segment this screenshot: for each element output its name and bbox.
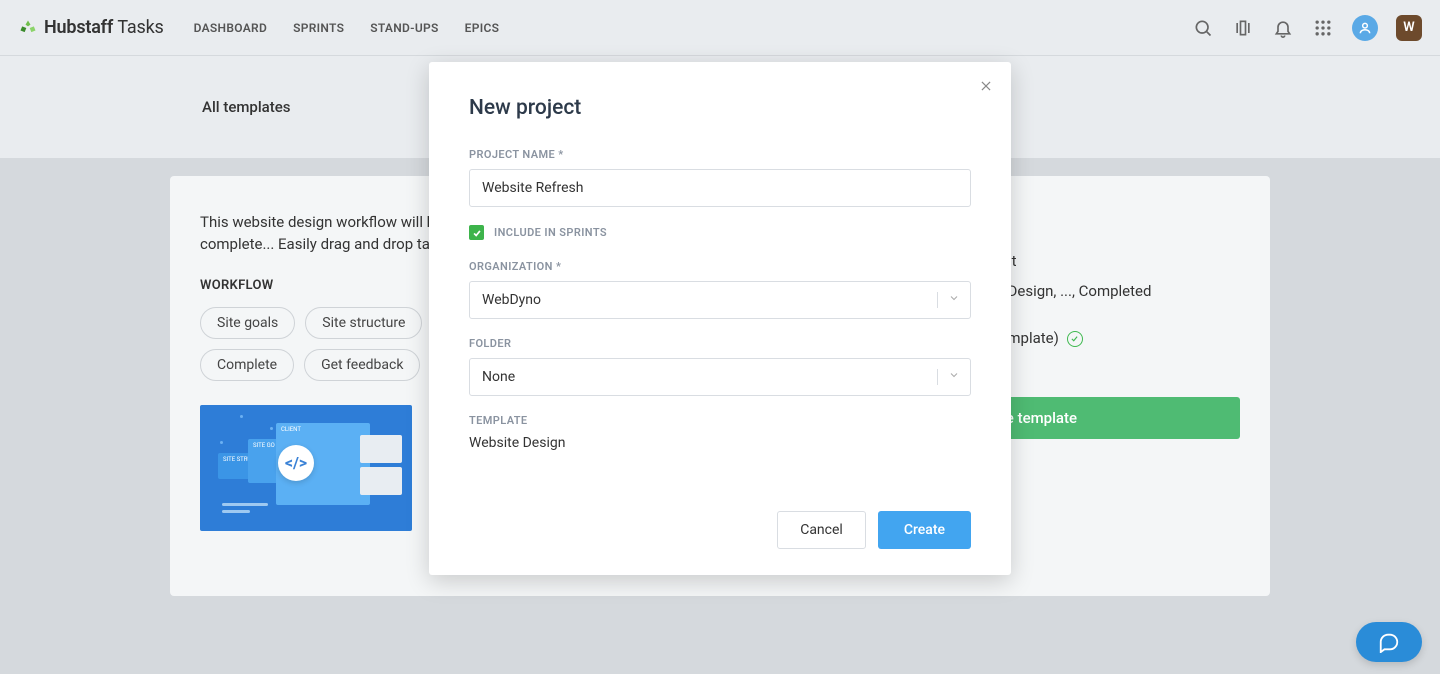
organization-select[interactable]: WebDyno — [469, 281, 971, 319]
folder-select[interactable]: None — [469, 358, 971, 396]
chevron-down-icon — [948, 369, 960, 385]
template-value: Website Design — [469, 435, 971, 451]
new-project-modal: New project PROJECT NAME * INCLUDE IN SP… — [429, 62, 1011, 575]
project-name-input[interactable] — [469, 169, 971, 207]
cancel-button[interactable]: Cancel — [777, 511, 866, 549]
modal-actions: Cancel Create — [469, 511, 971, 549]
help-chat-button[interactable] — [1356, 622, 1422, 662]
folder-label: FOLDER — [469, 337, 971, 350]
include-sprints-row[interactable]: INCLUDE IN SPRINTS — [469, 225, 971, 240]
include-sprints-checkbox[interactable] — [469, 225, 484, 240]
project-name-label: PROJECT NAME * — [469, 148, 971, 161]
create-button[interactable]: Create — [878, 511, 971, 549]
chevron-down-icon — [948, 292, 960, 308]
close-icon[interactable] — [979, 78, 993, 97]
modal-overlay: New project PROJECT NAME * INCLUDE IN SP… — [0, 0, 1440, 674]
template-label: TEMPLATE — [469, 414, 971, 427]
organization-label: ORGANIZATION * — [469, 260, 971, 273]
include-sprints-label: INCLUDE IN SPRINTS — [494, 226, 607, 239]
modal-title: New project — [469, 96, 971, 120]
